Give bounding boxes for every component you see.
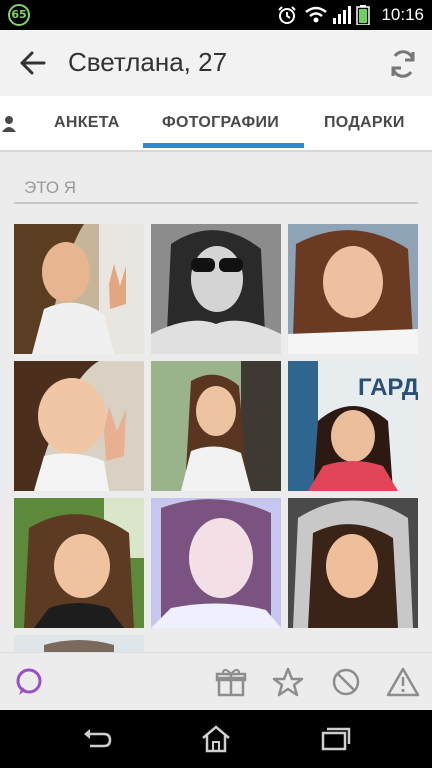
gift-icon[interactable] — [214, 665, 248, 699]
photo-thumbnail[interactable] — [151, 498, 281, 628]
notification-badge: 65 — [8, 4, 30, 26]
photo-thumbnail[interactable] — [14, 498, 144, 628]
app-bar: Светлана, 27 — [0, 30, 432, 96]
profile-icon[interactable] — [2, 116, 16, 132]
section-divider — [14, 202, 418, 204]
signal-icon — [333, 6, 351, 24]
chat-icon[interactable] — [12, 665, 46, 699]
back-arrow-icon[interactable] — [18, 50, 48, 76]
photo-sign-text: ГАРД — [358, 374, 418, 401]
bottom-action-bar — [0, 652, 432, 711]
nav-back-icon[interactable] — [80, 724, 114, 754]
refresh-icon[interactable] — [387, 48, 419, 80]
photo-thumbnail[interactable]: ГАРД — [288, 361, 418, 491]
photo-thumbnail[interactable] — [151, 361, 281, 491]
active-tab-indicator — [143, 143, 304, 148]
system-navigation-bar — [0, 710, 432, 768]
photo-thumbnail[interactable] — [14, 361, 144, 491]
tab-anketa[interactable]: АНКЕТА — [54, 114, 120, 132]
photo-thumbnail[interactable] — [151, 224, 281, 354]
section-title: ЭТО Я — [24, 178, 77, 197]
photo-grid: ГАРД — [14, 224, 418, 652]
report-icon[interactable] — [386, 665, 420, 699]
clock: 10:16 — [381, 5, 424, 24]
nav-home-icon[interactable] — [199, 724, 233, 754]
tab-gifts[interactable]: ПОДАРКИ — [324, 114, 405, 132]
alarm-icon — [278, 6, 296, 24]
star-icon[interactable] — [271, 665, 305, 699]
page-title: Светлана, 27 — [68, 47, 228, 77]
tab-bar: АНКЕТА ФОТОГРАФИИ ПОДАРКИ — [0, 96, 432, 152]
nav-recents-icon[interactable] — [318, 724, 352, 754]
battery-icon — [356, 5, 370, 25]
photo-thumbnail[interactable] — [288, 224, 418, 354]
photo-thumbnail[interactable] — [288, 498, 418, 628]
photo-thumbnail[interactable] — [14, 635, 144, 652]
wifi-icon — [305, 6, 327, 23]
block-icon[interactable] — [329, 665, 363, 699]
photo-thumbnail[interactable] — [14, 224, 144, 354]
status-bar: 65 10:16 — [0, 0, 432, 30]
tab-photos[interactable]: ФОТОГРАФИИ — [162, 114, 279, 132]
